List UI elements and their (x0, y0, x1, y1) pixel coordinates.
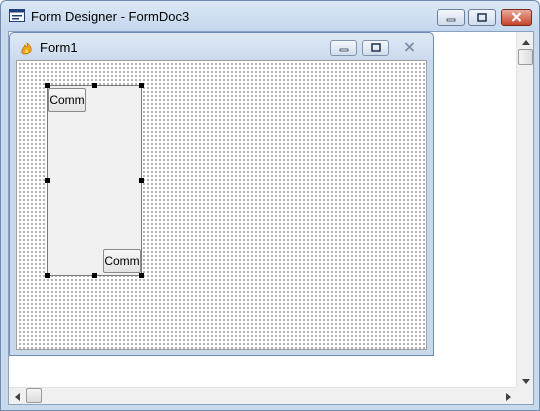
selected-panel[interactable]: Comm Comm (47, 85, 142, 276)
form1-close-button[interactable] (396, 40, 423, 56)
form1-maximize-button[interactable] (362, 40, 389, 56)
resize-handle-top-right[interactable] (139, 83, 144, 88)
maximize-icon (370, 41, 381, 55)
form-flame-icon (19, 39, 35, 55)
arrow-up-icon (521, 34, 530, 48)
minimize-icon (446, 11, 456, 25)
scroll-down-button[interactable] (517, 371, 534, 388)
close-button[interactable] (501, 9, 532, 26)
scroll-up-button[interactable] (517, 32, 534, 49)
resize-handle-top[interactable] (92, 83, 97, 88)
scroll-left-button[interactable] (9, 388, 26, 405)
scroll-right-button[interactable] (500, 388, 517, 405)
command-button-1[interactable]: Comm (48, 88, 86, 112)
minimize-button[interactable] (437, 9, 465, 26)
command-button-2[interactable]: Comm (103, 249, 141, 273)
resize-handle-right[interactable] (139, 178, 144, 183)
form1-window: Form1 Comm Comm (9, 32, 434, 356)
form1-minimize-button[interactable] (330, 40, 357, 56)
resize-handle-left[interactable] (45, 178, 50, 183)
arrow-down-icon (521, 373, 530, 387)
vertical-scrollbar[interactable] (516, 32, 533, 388)
resize-handle-top-left[interactable] (45, 83, 50, 88)
form1-title: Form1 (40, 40, 78, 55)
arrow-left-icon (15, 390, 20, 404)
resize-handle-bottom[interactable] (92, 273, 97, 278)
maximize-button[interactable] (468, 9, 496, 26)
form-designer-icon (9, 9, 25, 22)
form-design-surface[interactable]: Comm Comm (16, 60, 427, 350)
designer-client-area: Form1 Comm Comm (8, 31, 534, 405)
form1-titlebar[interactable]: Form1 (10, 33, 433, 60)
close-icon (404, 41, 415, 55)
window-title: Form Designer - FormDoc3 (31, 9, 190, 24)
horizontal-scroll-thumb[interactable] (26, 388, 42, 403)
window-titlebar[interactable]: Form Designer - FormDoc3 (1, 1, 539, 31)
arrow-right-icon (506, 390, 511, 404)
close-icon (511, 11, 522, 25)
minimize-icon (339, 41, 349, 55)
scrollbar-corner (516, 387, 533, 404)
vertical-scroll-thumb[interactable] (518, 49, 533, 65)
horizontal-scrollbar[interactable] (9, 387, 517, 404)
resize-handle-bottom-left[interactable] (45, 273, 50, 278)
maximize-icon (477, 11, 487, 25)
form-designer-window: Form Designer - FormDoc3 Form1 Comm Comm (0, 0, 540, 411)
resize-handle-bottom-right[interactable] (139, 273, 144, 278)
